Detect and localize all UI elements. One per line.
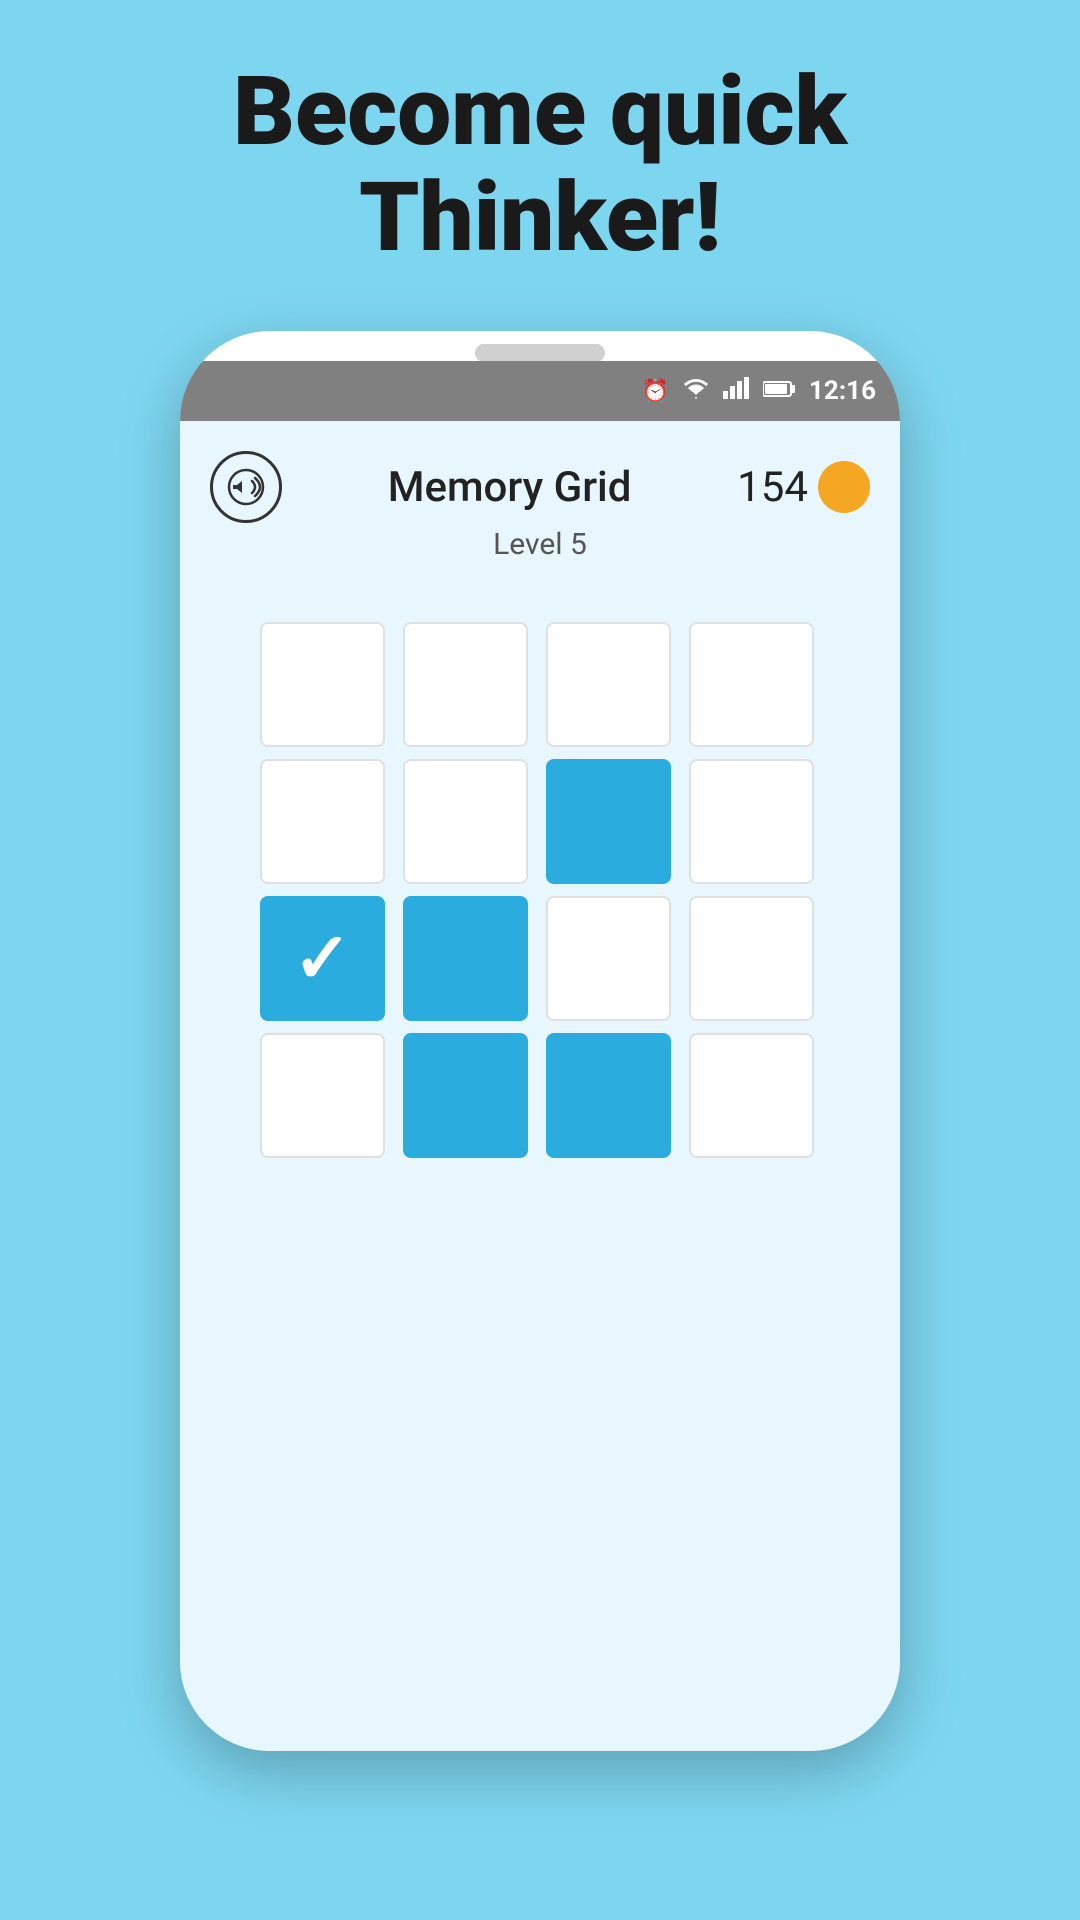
- grid-cell[interactable]: [403, 1033, 528, 1158]
- sound-button[interactable]: [210, 451, 282, 523]
- grid-cell[interactable]: [260, 622, 385, 747]
- level-label: Level 5: [493, 527, 587, 562]
- grid-cell[interactable]: [403, 759, 528, 884]
- grid-cell[interactable]: [689, 896, 814, 1021]
- alarm-icon: ⏰: [642, 379, 669, 404]
- app-header: Memory Grid 154: [210, 451, 870, 523]
- battery-icon: [763, 379, 795, 404]
- wifi-icon: [683, 377, 709, 405]
- headline: Become quick Thinker!: [233, 60, 847, 271]
- grid-cell[interactable]: [260, 1033, 385, 1158]
- phone-speaker: [475, 344, 605, 362]
- grid-cell[interactable]: [546, 622, 671, 747]
- headline-line2: Thinker!: [233, 166, 847, 272]
- memory-grid: ✓: [260, 622, 820, 1158]
- grid-cell[interactable]: [260, 759, 385, 884]
- phone-mockup: ⏰ 12:16: [180, 331, 900, 1751]
- coins-area: 154: [737, 461, 870, 513]
- grid-cell[interactable]: [689, 1033, 814, 1158]
- app-title: Memory Grid: [388, 463, 632, 512]
- status-bar: ⏰ 12:16: [180, 361, 900, 421]
- grid-cell[interactable]: [689, 622, 814, 747]
- grid-cell[interactable]: ✓: [260, 896, 385, 1021]
- signal-icon: [723, 377, 749, 405]
- grid-cell[interactable]: [403, 896, 528, 1021]
- headline-line1: Become quick: [233, 60, 847, 166]
- coin-icon: [818, 461, 870, 513]
- grid-cell[interactable]: [546, 1033, 671, 1158]
- grid-cell[interactable]: [546, 759, 671, 884]
- phone-top-bar: [180, 331, 900, 361]
- grid-cell[interactable]: [546, 896, 671, 1021]
- app-content: Memory Grid 154 Level 5 ✓: [180, 421, 900, 1751]
- checkmark-icon: ✓: [293, 924, 352, 994]
- grid-cell[interactable]: [403, 622, 528, 747]
- grid-cell[interactable]: [689, 759, 814, 884]
- sound-icon: [226, 467, 266, 507]
- coins-count: 154: [737, 463, 808, 512]
- status-time: 12:16: [809, 376, 876, 406]
